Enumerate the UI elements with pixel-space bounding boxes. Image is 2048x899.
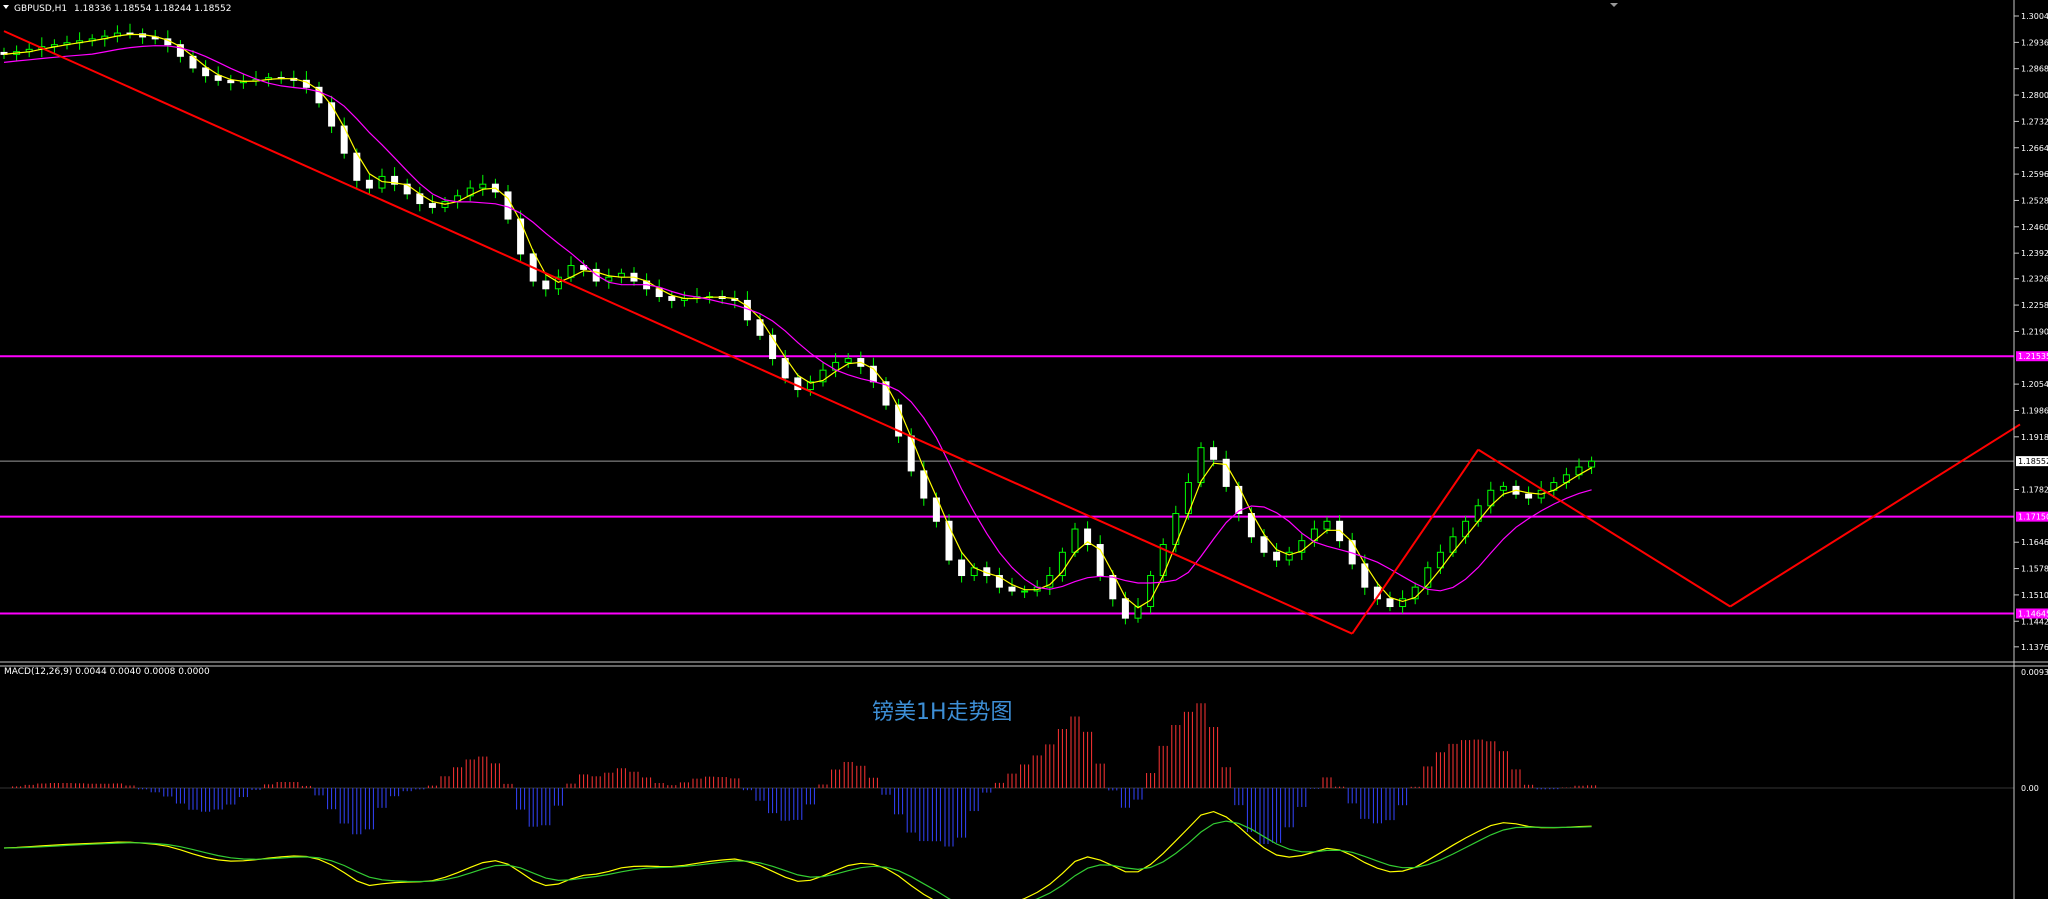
y-tick-label: 1.14420 <box>2021 617 2048 626</box>
y-tick-label: 1.29360 <box>2021 38 2048 47</box>
y-tick-label: 1.28680 <box>2021 65 2048 74</box>
candle-body <box>1021 590 1029 593</box>
y-tick-label: 1.27320 <box>2021 117 2048 126</box>
macd-header: MACD(12,26,9) 0.0044 0.0040 0.0008 0.000… <box>4 667 210 677</box>
symbol-header: GBPUSD,H1 1.18336 1.18554 1.18244 1.1855… <box>14 4 232 14</box>
y-tick-label: 1.15780 <box>2021 565 2048 574</box>
macd-tick-label: 0.00 <box>2021 784 2039 793</box>
candle-body <box>1386 598 1394 608</box>
y-tick-label: 1.15100 <box>2021 591 2048 600</box>
candle-body <box>844 358 852 363</box>
level-price-label: 1.14645 <box>2018 610 2048 619</box>
candle-body <box>781 358 789 379</box>
y-tick-label: 1.23920 <box>2021 249 2048 258</box>
candle-body <box>340 125 348 154</box>
y-tick-label: 1.26640 <box>2021 144 2048 153</box>
y-tick-label: 1.28000 <box>2021 91 2048 100</box>
candle-body <box>1121 598 1129 619</box>
candle-body <box>542 280 550 290</box>
y-tick-label: 1.23260 <box>2021 275 2048 284</box>
current-price-label: 1.18552 <box>2018 457 2048 466</box>
candle-body <box>567 265 575 278</box>
y-tick-label: 1.25960 <box>2021 170 2048 179</box>
candle-body <box>479 183 487 189</box>
chart-canvas: 1.30040 1.29360 1.28680 1.28000 1.27320 1.266… <box>0 0 2048 899</box>
candle-body <box>668 296 676 301</box>
chart-watermark: 镑美1H走势图 <box>872 700 1013 725</box>
y-tick-label: 1.22580 <box>2021 301 2048 310</box>
candle-body <box>227 79 235 84</box>
candle-body <box>1260 536 1268 553</box>
level-price-label: 1.21535 <box>2018 352 2048 361</box>
y-tick-label: 1.21900 <box>2021 327 2048 336</box>
y-tick-label: 1.24600 <box>2021 223 2048 232</box>
candle-body <box>1399 598 1407 608</box>
y-tick-label: 1.17820 <box>2021 486 2048 495</box>
y-tick-label: 1.25280 <box>2021 196 2048 205</box>
y-tick-label: 1.16460 <box>2021 538 2048 547</box>
candle-body <box>1210 447 1218 460</box>
y-tick-label: 1.13760 <box>2021 643 2048 652</box>
y-tick-label: 1.20540 <box>2021 380 2048 389</box>
candle-body <box>1222 458 1230 487</box>
candle-body <box>1008 586 1016 592</box>
candle-body <box>214 75 222 81</box>
level-price-label: 1.17150 <box>2018 513 2048 522</box>
candle-body <box>1323 520 1331 530</box>
candle-body <box>365 179 373 189</box>
candle-body <box>1109 575 1117 600</box>
candle-body <box>958 559 966 577</box>
y-tick-label: 1.30040 <box>2021 12 2048 21</box>
candle-body <box>1588 460 1596 468</box>
candle-body <box>202 67 210 77</box>
candle-body <box>920 470 928 499</box>
candle-body <box>1499 485 1507 491</box>
y-tick-label: 1.19180 <box>2021 433 2048 442</box>
candle-body <box>428 203 436 208</box>
candle-body <box>1525 493 1533 499</box>
macd-tick-label: 0.0093 <box>2021 668 2048 677</box>
candle-body <box>1273 551 1281 561</box>
y-tick-label: 1.19860 <box>2021 406 2048 415</box>
candle-body <box>1071 528 1079 553</box>
candle-body <box>517 218 525 255</box>
